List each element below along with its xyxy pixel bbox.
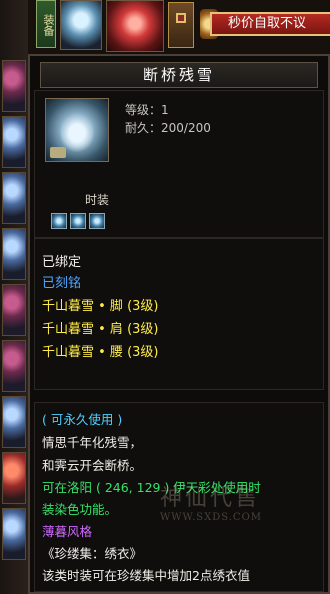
watermark: 神仙代售 WWW.SXDS.COM (160, 480, 330, 530)
equip-tab[interactable]: 装备 (36, 0, 56, 48)
collection-name: 《珍缕集：绣衣》 (42, 546, 143, 561)
character-thumbnail[interactable] (2, 60, 26, 112)
chest-gem-icon (176, 13, 186, 23)
price-banner: 秒价自取不议 (210, 12, 330, 36)
gem-slot-icon (89, 213, 105, 229)
lock-icon (50, 147, 66, 158)
style-label: 薄暮风格 (42, 524, 93, 539)
set-part: 千山暮雪 • 腰 (3级) (42, 345, 159, 360)
gem-slots (51, 213, 108, 233)
item-durability: 耐久：200/200 (125, 121, 211, 135)
character-thumbnail[interactable] (2, 172, 26, 224)
set-part: 千山暮雪 • 脚 (3级) (42, 299, 159, 314)
set-part: 千山暮雪 • 肩 (3级) (42, 322, 159, 337)
character-thumbnail-strip (0, 0, 28, 594)
character-thumbnail[interactable] (2, 116, 26, 168)
collection-description: 该类时装可在珍缕集中增加2点绣衣值 (42, 568, 250, 583)
flavor-text-line: 和霁云开会断桥。 (42, 458, 143, 473)
dye-info-line: 装染色功能。 (42, 502, 118, 517)
character-thumbnail[interactable] (2, 452, 26, 504)
engraved-status: 已刻铭 (42, 276, 82, 291)
watermark-url: WWW.SXDS.COM (160, 512, 263, 523)
chest-icon[interactable] (168, 2, 194, 48)
character-thumbnail[interactable] (2, 284, 26, 336)
gem-slot-icon (70, 213, 86, 229)
item-icon (45, 98, 109, 162)
gem-slot-icon (51, 213, 67, 229)
item-type: 时装 (85, 193, 110, 207)
character-thumbnail[interactable] (2, 340, 26, 392)
character-thumbnail[interactable] (2, 228, 26, 280)
item-title: 断桥残雪 (40, 62, 318, 88)
bound-status: 已绑定 (42, 255, 82, 270)
item-level: 等级：1 (125, 103, 169, 117)
fashion-portrait[interactable] (60, 0, 102, 50)
character-thumbnail[interactable] (2, 508, 26, 560)
flavor-text-line: 情思千年化残雪， (42, 435, 143, 450)
permanent-use-note: ( 可永久使用 ) (42, 412, 123, 427)
item-header-section: 等级：1 耐久：200/200 时装 (34, 90, 324, 238)
character-thumbnail[interactable] (2, 396, 26, 448)
watermark-text: 神仙代售 (160, 486, 261, 511)
mount-portrait[interactable] (106, 0, 164, 52)
item-binding-section: 已绑定 已刻铭 千山暮雪 • 脚 (3级) 千山暮雪 • 肩 (3级) 千山暮雪… (34, 238, 324, 390)
